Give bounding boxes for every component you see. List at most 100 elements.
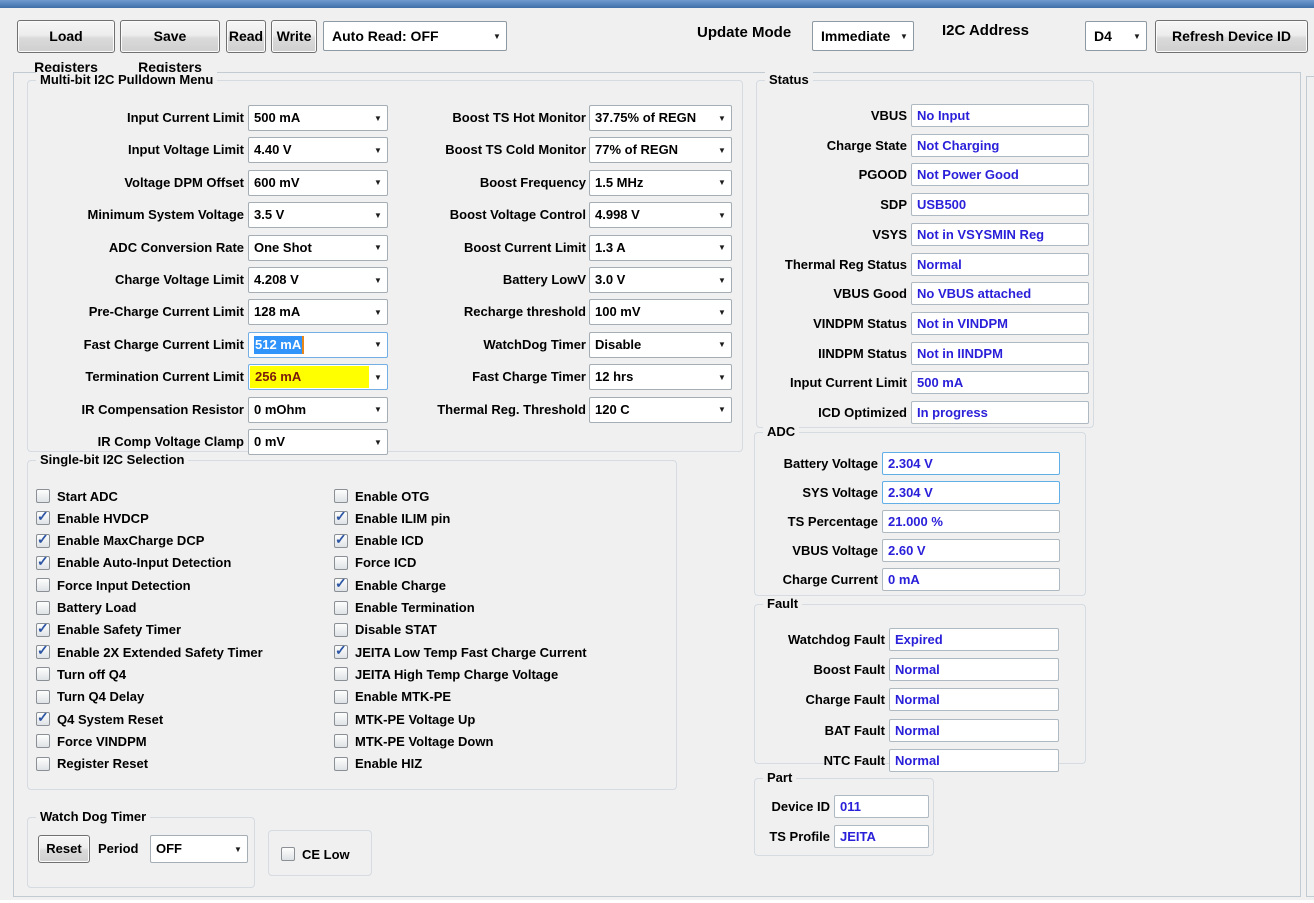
boost-voltage-control-dropdown[interactable]: 4.998 V▼ [589, 202, 732, 228]
enable-mtk-pe-label: Enable MTK-PE [355, 689, 451, 704]
boost-current-limit-dropdown[interactable]: 1.3 A▼ [589, 235, 732, 261]
boost-ts-cold-monitor-dropdown[interactable]: 77% of REGN▼ [589, 137, 732, 163]
auto-read-dropdown[interactable]: Auto Read: OFF ▼ [323, 21, 507, 51]
checkbox-icon: ✓ [36, 534, 50, 548]
thermal-reg-threshold-label: Thermal Reg. Threshold [358, 401, 586, 419]
ce-low-checkbox[interactable]: CE Low [281, 845, 350, 863]
mtk-pe-voltage-down-checkbox[interactable]: MTK-PE Voltage Down [334, 732, 493, 750]
turn-off-q4-checkbox[interactable]: Turn off Q4 [36, 665, 126, 683]
dropdown-arrow-icon: ▼ [1128, 32, 1146, 41]
singlebit-groupbox: Single-bit I2C Selection Start ADC✓Enabl… [27, 460, 677, 790]
boost-ts-hot-monitor-dropdown[interactable]: 37.75% of REGN▼ [589, 105, 732, 131]
thermal-reg-threshold-dropdown[interactable]: 120 C▼ [589, 397, 732, 423]
force-icd-checkbox[interactable]: Force ICD [334, 554, 416, 572]
ts-percentage-value: 21.000 % [882, 510, 1060, 533]
boost-frequency-label: Boost Frequency [358, 174, 586, 192]
enable-ilim-pin-checkbox[interactable]: ✓Enable ILIM pin [334, 509, 450, 527]
force-vindpm-label: Force VINDPM [57, 734, 147, 749]
charge-fault-value: Normal [889, 688, 1059, 711]
jeita-high-temp-charge-voltage-checkbox[interactable]: JEITA High Temp Charge Voltage [334, 665, 558, 683]
sdp-label: SDP [757, 196, 907, 214]
charge-voltage-limit-value: 4.208 V [249, 269, 369, 291]
update-mode-label: Update Mode [697, 24, 791, 41]
termination-current-limit-label: Termination Current Limit [28, 368, 244, 386]
boost-fault-label: Boost Fault [755, 661, 885, 679]
watchdog-timer-dropdown[interactable]: Disable▼ [589, 332, 732, 358]
enable-maxcharge-dcp-checkbox[interactable]: ✓ Enable MaxCharge DCP [36, 532, 204, 550]
check-icon: ✓ [37, 709, 49, 726]
enable-termination-checkbox[interactable]: Enable Termination [334, 599, 475, 617]
watchdog-reset-button[interactable]: Reset [38, 835, 90, 863]
boost-frequency-dropdown[interactable]: 1.5 MHz▼ [589, 170, 732, 196]
voltage-dpm-offset-label: Voltage DPM Offset [28, 174, 244, 192]
checkbox-icon [36, 667, 50, 681]
i2c-address-value: D4 [1086, 28, 1128, 44]
enable-safety-timer-checkbox[interactable]: ✓Enable Safety Timer [36, 621, 181, 639]
q4-system-reset-checkbox[interactable]: ✓Q4 System Reset [36, 710, 163, 728]
vbus-good-value: No VBUS attached [911, 282, 1089, 305]
fast-charge-timer-dropdown[interactable]: 12 hrs▼ [589, 364, 732, 390]
turn-q4-delay-checkbox[interactable]: Turn Q4 Delay [36, 688, 144, 706]
enable-charge-checkbox[interactable]: ✓Enable Charge [334, 576, 446, 594]
update-mode-dropdown[interactable]: Immediate ▼ [812, 21, 914, 51]
ts-profile-value: JEITA [834, 825, 929, 848]
adc-conversion-rate-label: ADC Conversion Rate [28, 239, 244, 257]
selected-text: 512 mA [254, 336, 304, 354]
read-button[interactable]: Read [226, 20, 266, 53]
register-reset-checkbox[interactable]: Register Reset [36, 755, 148, 773]
boost-ts-hot-monitor-value: 37.75% of REGN [590, 107, 713, 129]
checkbox-icon: ✓ [334, 511, 348, 525]
status-group-title: Status [765, 72, 813, 87]
checkbox-icon [36, 757, 50, 771]
start-adc-checkbox[interactable]: Start ADC [36, 487, 118, 505]
recharge-threshold-dropdown[interactable]: 100 mV▼ [589, 299, 732, 325]
boost-current-limit-value: 1.3 A [590, 237, 713, 259]
ir-compensation-resistor-value: 0 mOhm [249, 399, 369, 421]
enable-otg-checkbox[interactable]: Enable OTG [334, 487, 429, 505]
enable-hvdcp-checkbox[interactable]: ✓Enable HVDCP [36, 509, 149, 527]
force-input-detection-checkbox[interactable]: Force Input Detection [36, 576, 191, 594]
force-vindpm-checkbox[interactable]: Force VINDPM [36, 732, 147, 750]
vbus-label: VBUS [757, 107, 907, 125]
mtk-pe-voltage-up-checkbox[interactable]: MTK-PE Voltage Up [334, 710, 475, 728]
checkbox-icon [36, 690, 50, 704]
dropdown-arrow-icon: ▼ [713, 178, 731, 187]
write-button[interactable]: Write [271, 20, 317, 53]
adc-group-title: ADC [763, 424, 799, 439]
enable-icd-checkbox[interactable]: ✓Enable ICD [334, 532, 424, 550]
checkbox-icon [334, 489, 348, 503]
termination-current-limit-value: 256 mA [250, 366, 369, 388]
jeita-low-temp-fast-charge-current-checkbox[interactable]: ✓JEITA Low Temp Fast Charge Current [334, 643, 587, 661]
ir-comp-voltage-clamp-dropdown[interactable]: 0 mV▼ [248, 429, 388, 455]
disable-stat-checkbox[interactable]: Disable STAT [334, 621, 437, 639]
watchdog-period-dropdown[interactable]: OFF ▼ [150, 835, 248, 863]
iindpm-status-label: IINDPM Status [757, 345, 907, 363]
charge-current-label: Charge Current [755, 571, 878, 589]
fault-groupbox: Fault Watchdog FaultExpiredBoost FaultNo… [754, 604, 1086, 764]
fast-charge-timer-value: 12 hrs [590, 366, 713, 388]
battery-load-checkbox[interactable]: Battery Load [36, 599, 136, 617]
enable-hiz-checkbox[interactable]: Enable HIZ [334, 755, 422, 773]
load-registers-button[interactable]: Load Registers [17, 20, 115, 53]
enable-auto-input-detection-checkbox[interactable]: ✓Enable Auto-Input Detection [36, 554, 231, 572]
enable-2x-extended-safety-timer-checkbox[interactable]: ✓Enable 2X Extended Safety Timer [36, 643, 263, 661]
dropdown-arrow-icon: ▼ [229, 845, 247, 854]
save-registers-button[interactable]: Save Registers [120, 20, 220, 53]
multibit-groupbox: Multi-bit I2C Pulldown Menu Input Curren… [27, 80, 743, 452]
enable-maxcharge-dcp-label: Enable MaxCharge DCP [57, 533, 204, 548]
pgood-label: PGOOD [757, 166, 907, 184]
enable-mtk-pe-checkbox[interactable]: Enable MTK-PE [334, 688, 451, 706]
input-voltage-limit-value: 4.40 V [249, 139, 369, 161]
sdp-value: USB500 [911, 193, 1089, 216]
refresh-device-id-button[interactable]: Refresh Device ID [1155, 20, 1308, 53]
check-icon: ✓ [335, 508, 347, 525]
bat-fault-label: BAT Fault [755, 722, 885, 740]
input-current-limit-label: Input Current Limit [757, 374, 907, 392]
i2c-address-dropdown[interactable]: D4 ▼ [1085, 21, 1147, 51]
battery-lowv-dropdown[interactable]: 3.0 V▼ [589, 267, 732, 293]
thermal-reg-status-label: Thermal Reg Status [757, 256, 907, 274]
watchdog-timer-value: Disable [590, 334, 713, 356]
boost-current-limit-label: Boost Current Limit [358, 239, 586, 257]
register-reset-label: Register Reset [57, 756, 148, 771]
battery-lowv-value: 3.0 V [590, 269, 713, 291]
